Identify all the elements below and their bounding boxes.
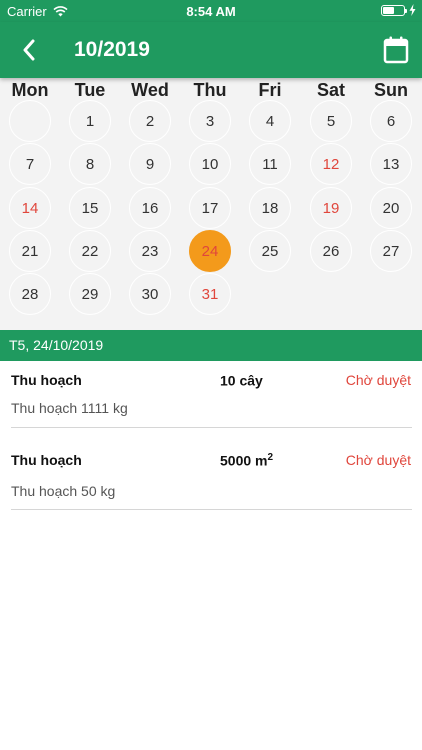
calendar-day[interactable]: 12 [310,143,352,185]
calendar-day[interactable]: 26 [310,230,352,272]
navigation-bar: 10/2019 [0,22,422,78]
entry-title: Thu hoạch [11,452,82,468]
calendar-day[interactable]: 7 [9,143,51,185]
selected-date-header: T5, 24/10/2019 [0,330,422,361]
entry-status[interactable]: Chờ duyệt [346,452,411,468]
entry-quantity: 10 cây [220,372,263,389]
entry-quantity-value: 10 cây [220,372,263,389]
calendar-day[interactable]: 29 [69,273,111,315]
calendar-day[interactable]: 11 [249,143,291,185]
entry-item[interactable]: Thu hoạch 10 cây Chờ duyệt Thu hoạch 1111 k… [0,361,422,443]
calendar-day[interactable]: 21 [9,230,51,272]
weekday-2: Tue [74,80,106,100]
calendar-day[interactable]: 28 [9,273,51,315]
calendar-day[interactable]: 20 [370,187,412,229]
weekday-7: Sun [374,80,408,100]
weekday-3: Wed [131,80,169,100]
calendar-empty-cell [9,100,51,142]
weekday-4: Thu [193,80,227,100]
chevron-left-icon [23,39,35,61]
entry-divider [11,427,412,428]
calendar-day[interactable]: 3 [189,100,231,142]
status-bar-right [381,4,416,16]
calendar-day[interactable]: 9 [129,143,171,185]
entry-description: Thu hoạch 50 kg [11,483,116,499]
calendar-day[interactable]: 5 [310,100,352,142]
calendar-day[interactable]: 6 [370,100,412,142]
calendar-icon [383,36,409,64]
calendar-day[interactable]: 19 [310,187,352,229]
calendar-day[interactable]: 10 [189,143,231,185]
calendar-day[interactable]: 15 [69,187,111,229]
entry-title: Thu hoạch [11,372,82,388]
entry-quantity-unit-exponent: 2 [267,452,274,463]
battery-level [383,6,394,14]
calendar-day[interactable]: 23 [129,230,171,272]
calendar-day[interactable]: 16 [129,187,171,229]
entry-divider [11,509,412,510]
calendar-day[interactable]: 14 [9,187,51,229]
entry-status[interactable]: Chờ duyệt [346,372,411,388]
calendar-day[interactable]: 2 [129,100,171,142]
entry-description: Thu hoạch 1111 kg [11,400,128,416]
calendar-day[interactable]: 4 [249,100,291,142]
status-time: 8:54 AM [186,4,236,19]
calendar-day[interactable]: 27 [370,230,412,272]
calendar-day[interactable]: 1 [69,100,111,142]
calendar-day[interactable]: 25 [249,230,291,272]
entry-item[interactable]: Thu hoạch 5000 m2 Chờ duyệt Thu hoạch 50 kg [0,441,422,523]
calendar-day[interactable]: 8 [69,143,111,185]
calendar-day[interactable]: 31 [189,273,231,315]
status-bar: Carrier 8:54 AM [0,0,422,22]
entry-quantity-value: 5000 m [220,452,268,469]
calendar-day[interactable]: 18 [249,187,291,229]
weekday-1: Mon [11,80,49,100]
calendar-day[interactable]: 30 [129,273,171,315]
month-calendar: Mon Tue Wed Thu Fri Sat Sun 1 2 3 4 5 6 7 8 9 10 11 12 13 14… [0,78,422,330]
calendar-day-selected[interactable]: 24 [189,230,231,272]
battery-icon [381,4,407,16]
weekday-6: Sat [316,80,345,100]
back-button[interactable] [14,36,44,64]
page-title: 10/2019 [74,38,150,61]
calendar-day[interactable]: 13 [370,143,412,185]
calendar-day[interactable]: 17 [189,187,231,229]
weekday-5: Fri [258,80,282,100]
calendar-button[interactable] [382,35,410,65]
charging-icon [409,4,416,16]
calendar-day[interactable]: 22 [69,230,111,272]
entry-quantity: 5000 m2 [220,452,273,469]
